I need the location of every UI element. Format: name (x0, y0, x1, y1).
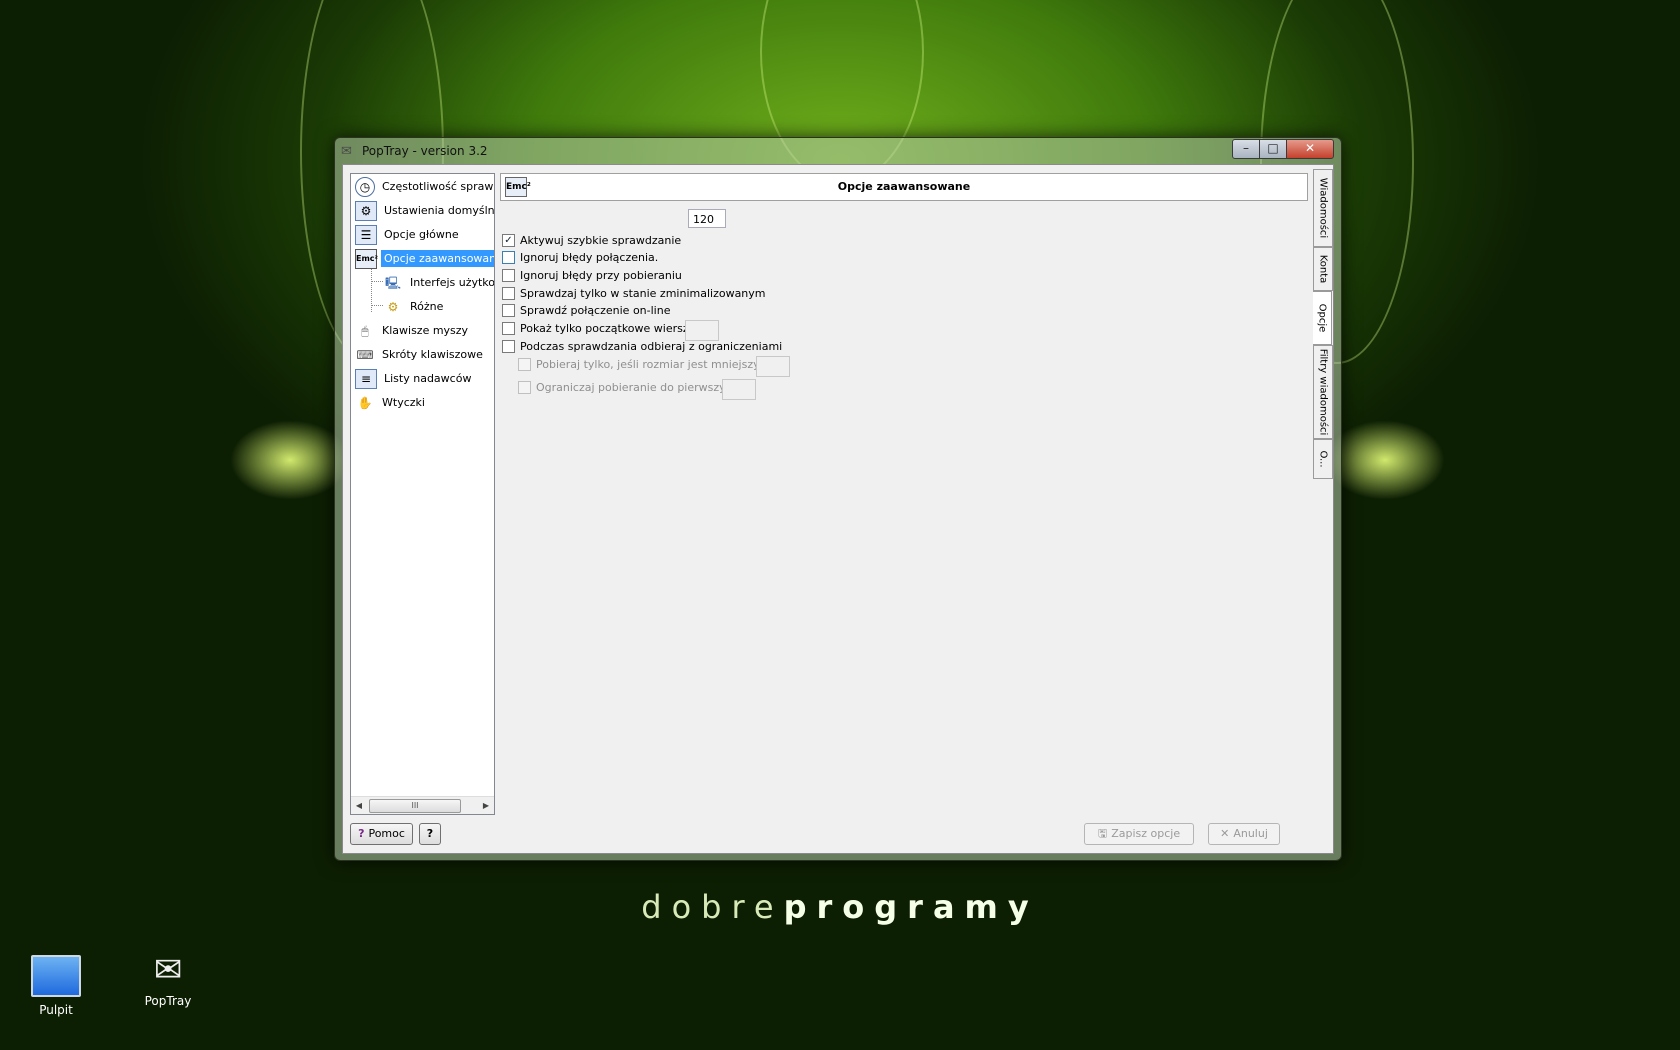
tree-item-defaults[interactable]: ⚙ Ustawienia domyślne (355, 200, 494, 222)
title-bar[interactable]: ✉ PopTray - version 3.2 – □ ✕ (335, 138, 1341, 164)
ignore-download-errors-checkbox[interactable] (502, 268, 515, 282)
cancel-x-icon: ✕ (1220, 827, 1230, 840)
scroll-right-icon[interactable]: ▶ (478, 797, 494, 814)
options-page-icon: ☰ (355, 225, 377, 245)
tree-item-main-options[interactable]: ☰ Opcje główne (355, 224, 462, 246)
emc-icon: Emc² (355, 249, 378, 269)
vertical-tab-strip: Wiadomości Konta Opcje Filtry wiadomości… (1313, 165, 1333, 479)
tree-item-advanced-options[interactable]: Emc² Opcje zaawansowane (355, 248, 494, 270)
wallpaper-glow (1325, 420, 1445, 500)
tree-item-user-interface[interactable]: 🖳Interfejs użytkownika (383, 272, 494, 294)
poptray-envelope-icon: ✉ (153, 950, 183, 990)
first-lines-count-input[interactable] (685, 320, 719, 341)
dobreprogramy-brand: dobreprogramy (641, 888, 1039, 926)
close-button[interactable]: ✕ (1286, 139, 1334, 159)
limited-download-checkbox[interactable] (502, 339, 515, 353)
show-first-lines-option[interactable]: Pokaż tylko początkowe wiersze (502, 321, 695, 337)
quick-check-option[interactable]: ✓ Aktywuj szybkie sprawdzanie (502, 233, 681, 249)
settings-page-icon: ⚙ (355, 201, 377, 221)
minimize-button[interactable]: – (1232, 139, 1260, 159)
desktop-icon-pulpit[interactable]: Pulpit (16, 955, 96, 1017)
ignore-download-errors-option[interactable]: Ignoruj błędy przy pobieraniu (502, 268, 682, 284)
section-header: Emc² Opcje zaawansowane (500, 173, 1308, 201)
save-options-button[interactable]: 🖫 Zapisz opcje (1084, 823, 1194, 845)
save-disk-icon: 🖫 (1097, 827, 1108, 840)
tab-messages[interactable]: Wiadomości (1313, 169, 1333, 247)
monitor-icon (31, 955, 81, 997)
check-minimized-checkbox[interactable] (502, 286, 515, 300)
show-first-lines-checkbox[interactable] (502, 321, 515, 335)
tree-item-frequency[interactable]: ◷Częstotliwość sprawdzania (355, 176, 494, 198)
help-cursor-icon: ? (426, 827, 434, 840)
maximize-button[interactable]: □ (1259, 139, 1287, 159)
gears-icon: ⚙ (387, 300, 399, 314)
tree-horizontal-scrollbar[interactable]: ◀ III ▶ (351, 796, 494, 814)
dialog-client-area: ◷Częstotliwość sprawdzania ⚙Ustawienia d… (342, 164, 1334, 854)
check-minimized-option[interactable]: Sprawdzaj tylko w stanie zminimalizowany… (502, 286, 766, 302)
tab-about[interactable]: O... (1313, 439, 1333, 479)
tree-connector (371, 281, 383, 282)
first-n-lines-input[interactable] (722, 379, 756, 400)
cancel-button[interactable]: ✕ Anuluj (1208, 823, 1280, 845)
check-online-option[interactable]: Sprawdź połączenie on-line (502, 303, 670, 319)
first-n-lines-option[interactable]: Ograniczaj pobieranie do pierwszych (518, 380, 739, 396)
tab-accounts[interactable]: Konta (1313, 247, 1333, 291)
help-book-icon: ? (358, 827, 365, 840)
tab-message-filters[interactable]: Filtry wiadomości (1313, 345, 1333, 439)
max-size-input[interactable] (756, 356, 790, 377)
poptray-app-icon: ✉ (341, 144, 352, 159)
window-title: PopTray - version 3.2 (362, 144, 488, 158)
desktop-icon-poptray[interactable]: ✉ PopTray (128, 950, 208, 1008)
scroll-thumb[interactable]: III (369, 799, 461, 813)
tab-options[interactable]: Opcje (1313, 291, 1332, 345)
ignore-connection-errors-option[interactable]: Ignoruj błędy połączenia. (502, 250, 658, 266)
clock-icon: ◷ (355, 177, 375, 197)
computer-icon: 🖳 (384, 276, 401, 290)
limited-download-option[interactable]: Podczas sprawdzania odbieraj z ogranicze… (502, 339, 782, 355)
quick-check-checkbox[interactable]: ✓ (502, 233, 515, 247)
max-size-checkbox[interactable] (518, 357, 531, 371)
check-interval-input[interactable]: 120 (688, 209, 726, 228)
tree-item-plugins[interactable]: ✋ Wtyczki (355, 392, 428, 414)
scroll-left-icon[interactable]: ◀ (351, 797, 367, 814)
tree-connector (371, 305, 383, 306)
tree-item-keyboard-shortcuts[interactable]: ⌨ Skróty klawiszowe (355, 344, 486, 366)
poptray-window: ✉ PopTray - version 3.2 – □ ✕ ◷ Częstotli… (334, 137, 1342, 861)
tree-item-sender-lists[interactable]: ≡ Listy nadawców (355, 368, 474, 390)
tree-item-mouse-keys[interactable]: 🖱 Klawisze myszy (355, 320, 471, 342)
mouse-icon: 🖱 (361, 324, 369, 338)
ignore-connection-errors-checkbox[interactable] (502, 250, 515, 264)
keyboard-icon: ⌨ (356, 348, 374, 362)
whats-this-button[interactable]: ? (419, 823, 441, 845)
wallpaper-glow (230, 420, 350, 500)
check-online-checkbox[interactable] (502, 303, 515, 317)
max-size-option[interactable]: Pobieraj tylko, jeśli rozmiar jest mniej… (518, 357, 779, 373)
help-button[interactable]: ? Pomoc (350, 823, 413, 845)
options-tree: ◷Częstotliwość sprawdzania ⚙Ustawienia d… (350, 173, 495, 815)
list-icon: ≡ (355, 369, 377, 389)
tree-item-misc[interactable]: ⚙ Różne (383, 296, 446, 318)
first-n-lines-checkbox[interactable] (518, 380, 531, 394)
section-title: Opcje zaawansowane (837, 180, 971, 193)
plugin-icon: ✋ (357, 396, 373, 410)
